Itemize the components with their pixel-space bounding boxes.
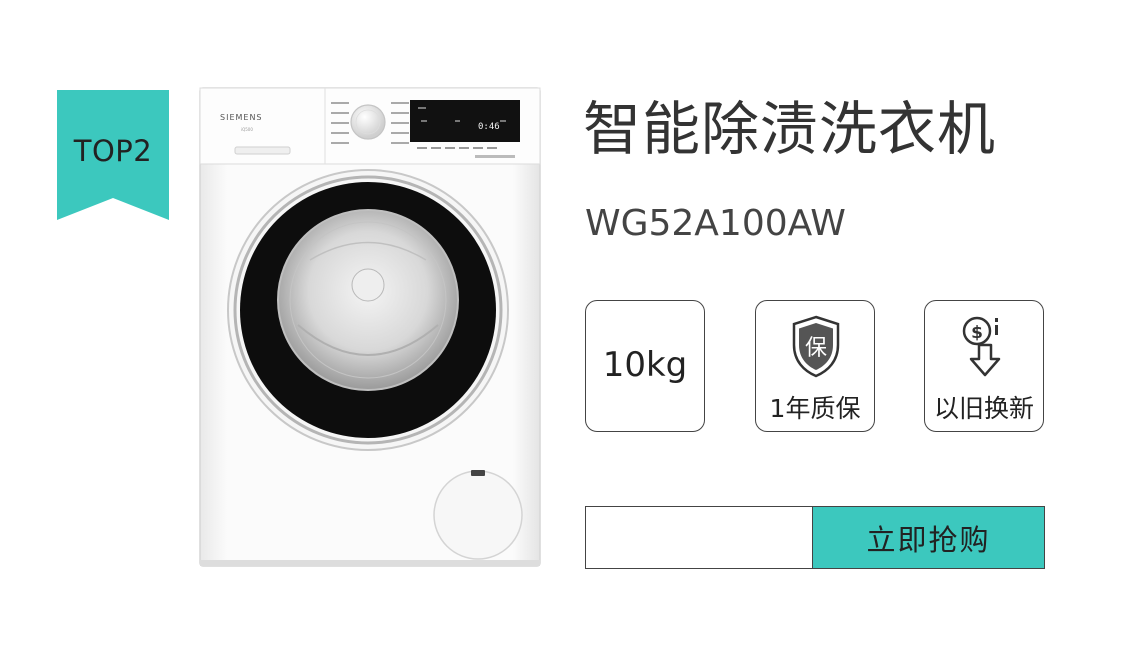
feature-warranty-card: 保 1年质保	[755, 300, 875, 432]
washing-machine-icon: SIEMENS iQ500 0:46	[199, 87, 541, 567]
feature-tradein-card: $ 以旧换新	[924, 300, 1044, 432]
warranty-caption: 1年质保	[769, 394, 861, 423]
rank-label: TOP2	[73, 134, 153, 168]
product-model: WG52A100AW	[585, 203, 846, 244]
feature-capacity-card: 10kg	[585, 300, 705, 432]
rank-badge: TOP2	[57, 90, 169, 220]
shield-guarantee-icon: 保	[792, 315, 840, 378]
capacity-value: 10kg	[602, 345, 688, 385]
shield-glyph: 保	[805, 336, 827, 361]
display-time: 0:46	[478, 122, 500, 132]
product-image[interactable]: SIEMENS iQ500 0:46	[195, 85, 545, 570]
buy-bar: 立即抢购	[585, 506, 1045, 569]
price-placeholder	[586, 507, 813, 568]
service-hatch	[433, 470, 523, 560]
coin-exchange-icon: $	[962, 316, 1001, 377]
buy-now-button[interactable]: 立即抢购	[813, 507, 1044, 568]
tradein-caption: 以旧换新	[933, 394, 1034, 423]
svg-text:iQ500: iQ500	[241, 127, 253, 132]
product-title: 智能除渍洗衣机	[583, 95, 997, 163]
brand-mark: SIEMENS	[220, 113, 263, 122]
coin-glyph: $	[971, 323, 983, 343]
